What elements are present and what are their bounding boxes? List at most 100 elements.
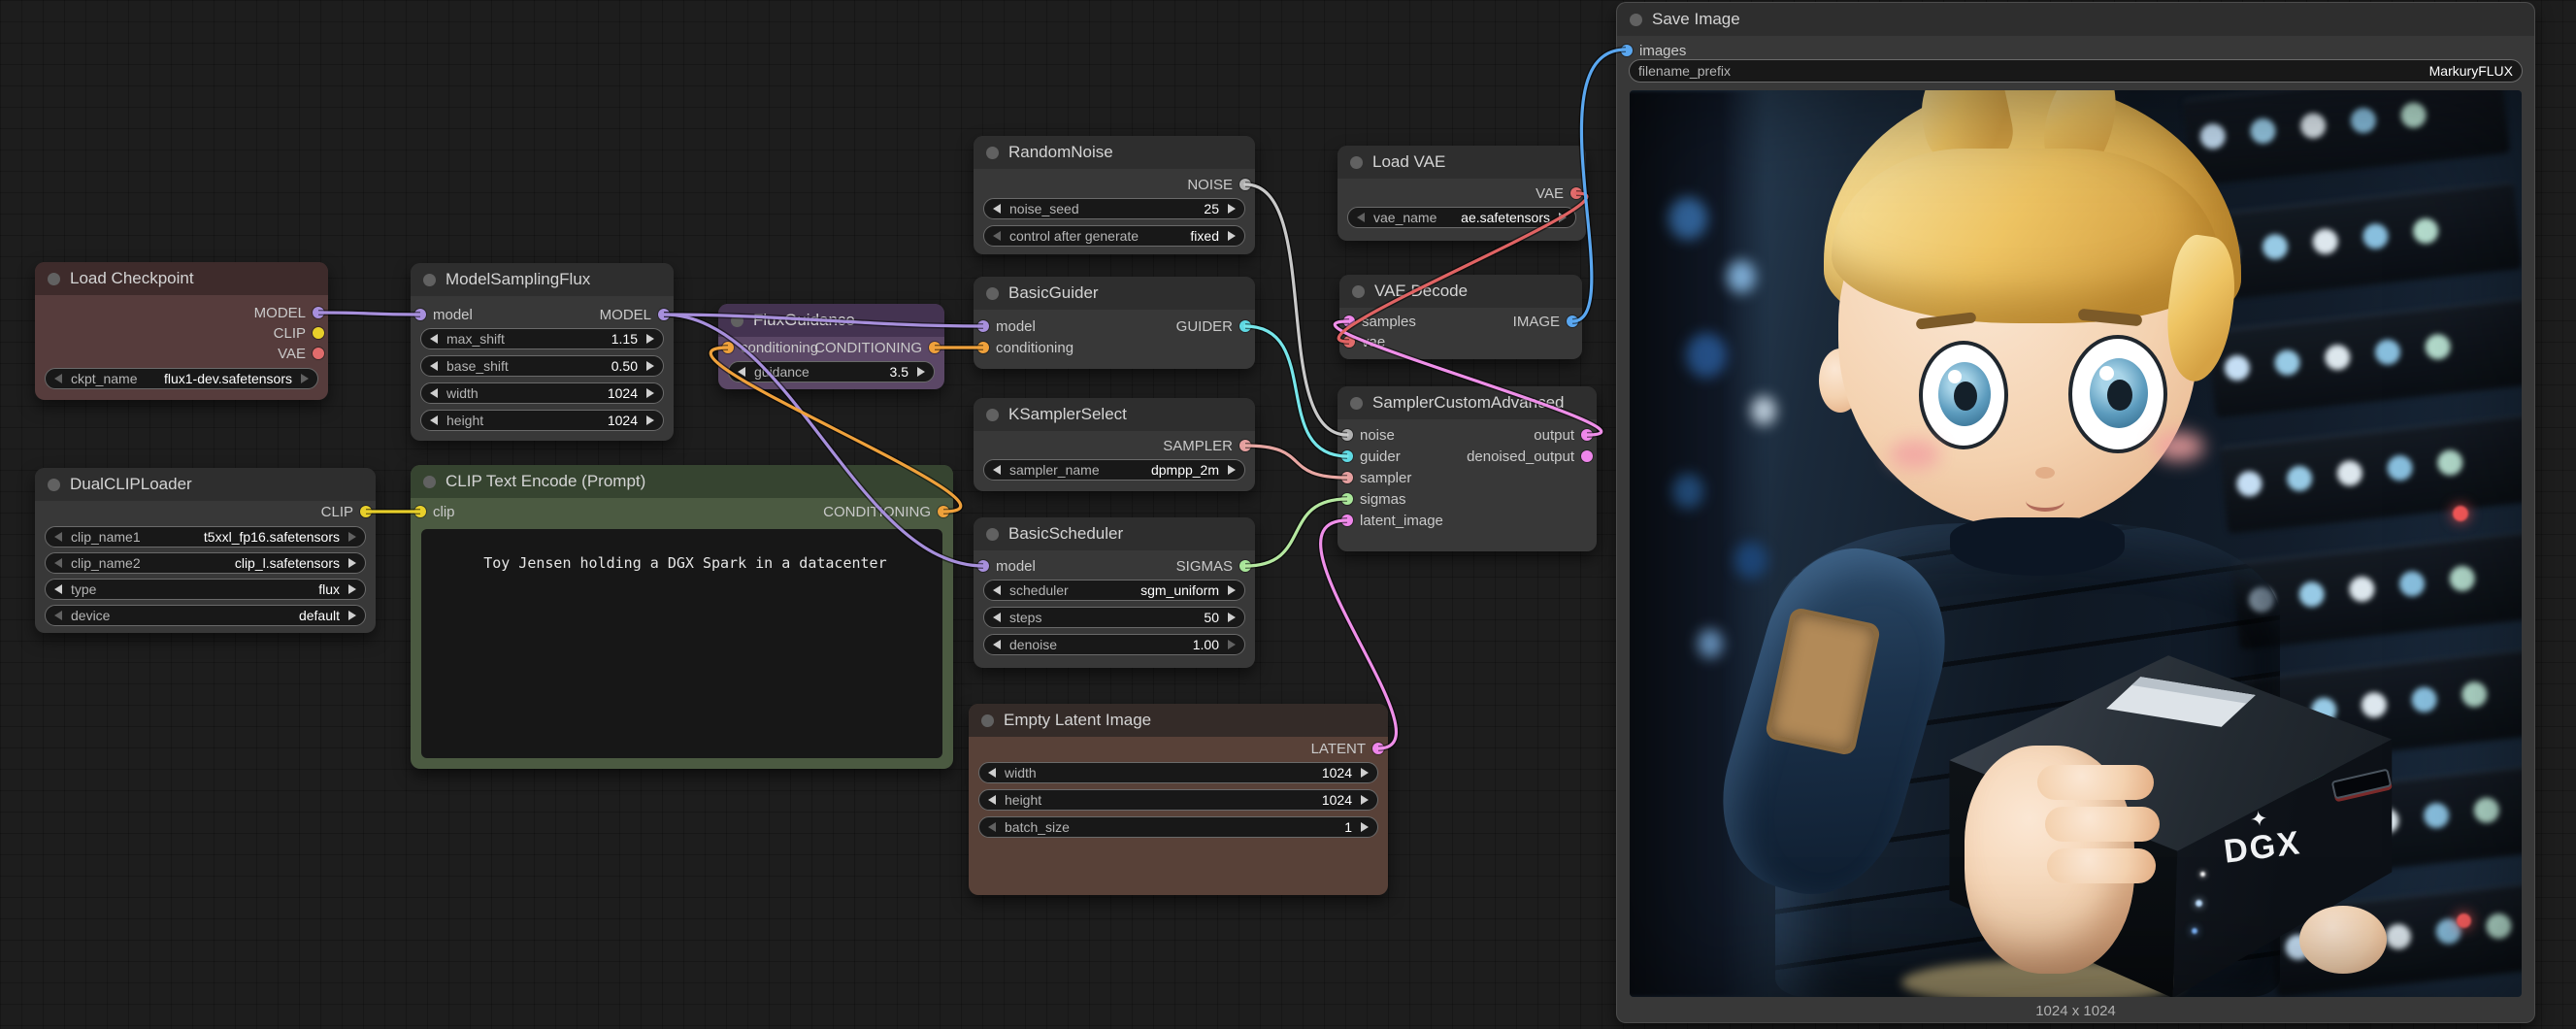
output-port-latent[interactable]: LATENT xyxy=(1311,738,1384,759)
noise-seed-widget[interactable]: noise_seed 25 xyxy=(983,198,1245,219)
increment-arrow-icon[interactable] xyxy=(646,361,654,371)
input-port-sampler[interactable]: sampler xyxy=(1341,467,1411,488)
collapse-dot-icon[interactable] xyxy=(986,147,999,159)
device-widget[interactable]: device default xyxy=(45,605,366,626)
port-dot-icon[interactable] xyxy=(929,342,941,353)
output-port-model[interactable]: MODEL xyxy=(600,304,670,325)
increment-arrow-icon[interactable] xyxy=(1228,465,1236,475)
node-basic-scheduler[interactable]: BasicScheduler model SIGMAS scheduler sg… xyxy=(974,517,1255,668)
port-dot-icon[interactable] xyxy=(1343,315,1355,327)
node-header[interactable]: ModelSamplingFlux xyxy=(411,263,674,296)
denoise-widget[interactable]: denoise 1.00 xyxy=(983,634,1245,655)
port-dot-icon[interactable] xyxy=(1341,514,1353,526)
node-header[interactable]: DualCLIPLoader xyxy=(35,468,376,501)
input-port-clip[interactable]: clip xyxy=(414,501,455,522)
node-flux-guidance[interactable]: FluxGuidance conditioning CONDITIONING g… xyxy=(718,304,944,389)
width-widget[interactable]: width 1024 xyxy=(978,762,1378,783)
collapse-dot-icon[interactable] xyxy=(986,287,999,300)
node-header[interactable]: VAE Decode xyxy=(1339,275,1582,308)
increment-arrow-icon[interactable] xyxy=(1361,768,1369,778)
increment-arrow-icon[interactable] xyxy=(1559,213,1567,222)
output-port-sigmas[interactable]: SIGMAS xyxy=(1176,555,1251,577)
node-save-image[interactable]: Save Image images filename_prefix Markur… xyxy=(1616,2,2535,1023)
decrement-arrow-icon[interactable] xyxy=(988,768,996,778)
node-empty-latent-image[interactable]: Empty Latent Image LATENT width 1024 hei… xyxy=(969,704,1388,895)
input-port-noise[interactable]: noise xyxy=(1341,424,1395,446)
max-shift-widget[interactable]: max_shift 1.15 xyxy=(420,328,664,349)
clip-name1-widget[interactable]: clip_name1 t5xxl_fp16.safetensors xyxy=(45,526,366,548)
collapse-dot-icon[interactable] xyxy=(1350,156,1363,169)
decrement-arrow-icon[interactable] xyxy=(993,585,1001,595)
port-dot-icon[interactable] xyxy=(414,309,426,320)
width-widget[interactable]: width 1024 xyxy=(420,382,664,404)
node-header[interactable]: Empty Latent Image xyxy=(969,704,1388,737)
port-dot-icon[interactable] xyxy=(938,506,949,517)
input-port-conditioning[interactable]: conditioning xyxy=(977,337,1073,358)
node-model-sampling-flux[interactable]: ModelSamplingFlux model MODEL max_shift … xyxy=(411,263,674,441)
input-port-images[interactable]: images xyxy=(1621,40,1686,61)
port-dot-icon[interactable] xyxy=(414,506,426,517)
port-dot-icon[interactable] xyxy=(722,342,734,353)
increment-arrow-icon[interactable] xyxy=(646,334,654,344)
decrement-arrow-icon[interactable] xyxy=(988,795,996,805)
decrement-arrow-icon[interactable] xyxy=(993,640,1001,649)
decrement-arrow-icon[interactable] xyxy=(54,374,62,383)
node-header[interactable]: Load Checkpoint xyxy=(35,262,328,295)
input-port-sigmas[interactable]: sigmas xyxy=(1341,488,1406,510)
node-header[interactable]: Save Image xyxy=(1617,3,2534,36)
graph-canvas[interactable]: Load Checkpoint MODEL CLIP VAE ckpt_name… xyxy=(0,0,2576,1029)
input-port-samples[interactable]: samples xyxy=(1343,311,1416,332)
collapse-dot-icon[interactable] xyxy=(423,476,436,488)
collapse-dot-icon[interactable] xyxy=(1350,397,1363,410)
port-dot-icon[interactable] xyxy=(977,560,989,572)
output-port-conditioning[interactable]: CONDITIONING xyxy=(823,501,949,522)
node-header[interactable]: CLIP Text Encode (Prompt) xyxy=(411,465,953,498)
sampler-name-widget[interactable]: sampler_name dpmpp_2m xyxy=(983,459,1245,481)
vae-name-widget[interactable]: vae_name ae.safetensors xyxy=(1347,207,1576,228)
collapse-dot-icon[interactable] xyxy=(48,479,60,491)
port-dot-icon[interactable] xyxy=(1343,336,1355,348)
output-port-conditioning[interactable]: CONDITIONING xyxy=(814,337,941,358)
collapse-dot-icon[interactable] xyxy=(981,714,994,727)
collapse-dot-icon[interactable] xyxy=(731,315,743,327)
node-ksampler-select[interactable]: KSamplerSelect SAMPLER sampler_name dpmp… xyxy=(974,398,1255,491)
node-clip-text-encode[interactable]: CLIP Text Encode (Prompt) clip CONDITION… xyxy=(411,465,953,769)
node-header[interactable]: Load VAE xyxy=(1338,146,1586,179)
increment-arrow-icon[interactable] xyxy=(348,532,356,542)
port-dot-icon[interactable] xyxy=(1567,315,1578,327)
input-port-conditioning[interactable]: conditioning xyxy=(722,337,818,358)
node-basic-guider[interactable]: BasicGuider model conditioning GUIDER xyxy=(974,277,1255,369)
port-dot-icon[interactable] xyxy=(658,309,670,320)
decrement-arrow-icon[interactable] xyxy=(54,584,62,594)
port-dot-icon[interactable] xyxy=(977,320,989,332)
increment-arrow-icon[interactable] xyxy=(348,611,356,620)
node-header[interactable]: BasicScheduler xyxy=(974,517,1255,550)
node-header[interactable]: SamplerCustomAdvanced xyxy=(1338,386,1597,419)
decrement-arrow-icon[interactable] xyxy=(430,388,438,398)
decrement-arrow-icon[interactable] xyxy=(738,367,745,377)
decrement-arrow-icon[interactable] xyxy=(54,558,62,568)
output-port-clip[interactable]: CLIP xyxy=(321,501,372,522)
decrement-arrow-icon[interactable] xyxy=(430,334,438,344)
collapse-dot-icon[interactable] xyxy=(1352,285,1365,298)
input-port-model[interactable]: model xyxy=(977,315,1036,337)
guidance-widget[interactable]: guidance 3.5 xyxy=(728,361,935,382)
height-widget[interactable]: height 1024 xyxy=(978,789,1378,811)
increment-arrow-icon[interactable] xyxy=(1228,613,1236,622)
port-dot-icon[interactable] xyxy=(1581,450,1593,462)
scheduler-widget[interactable]: scheduler sgm_uniform xyxy=(983,580,1245,601)
output-port-sampler[interactable]: SAMPLER xyxy=(1163,435,1251,456)
port-dot-icon[interactable] xyxy=(1239,440,1251,451)
input-port-model[interactable]: model xyxy=(414,304,473,325)
collapse-dot-icon[interactable] xyxy=(986,409,999,421)
port-dot-icon[interactable] xyxy=(1581,429,1593,441)
increment-arrow-icon[interactable] xyxy=(1228,204,1236,214)
decrement-arrow-icon[interactable] xyxy=(988,822,996,832)
decrement-arrow-icon[interactable] xyxy=(54,611,62,620)
decrement-arrow-icon[interactable] xyxy=(430,415,438,425)
decrement-arrow-icon[interactable] xyxy=(993,465,1001,475)
port-dot-icon[interactable] xyxy=(1341,429,1353,441)
output-port-vae[interactable]: VAE xyxy=(1536,183,1582,204)
increment-arrow-icon[interactable] xyxy=(1228,231,1236,241)
output-port-denoised-output[interactable]: denoised_output xyxy=(1467,446,1593,467)
